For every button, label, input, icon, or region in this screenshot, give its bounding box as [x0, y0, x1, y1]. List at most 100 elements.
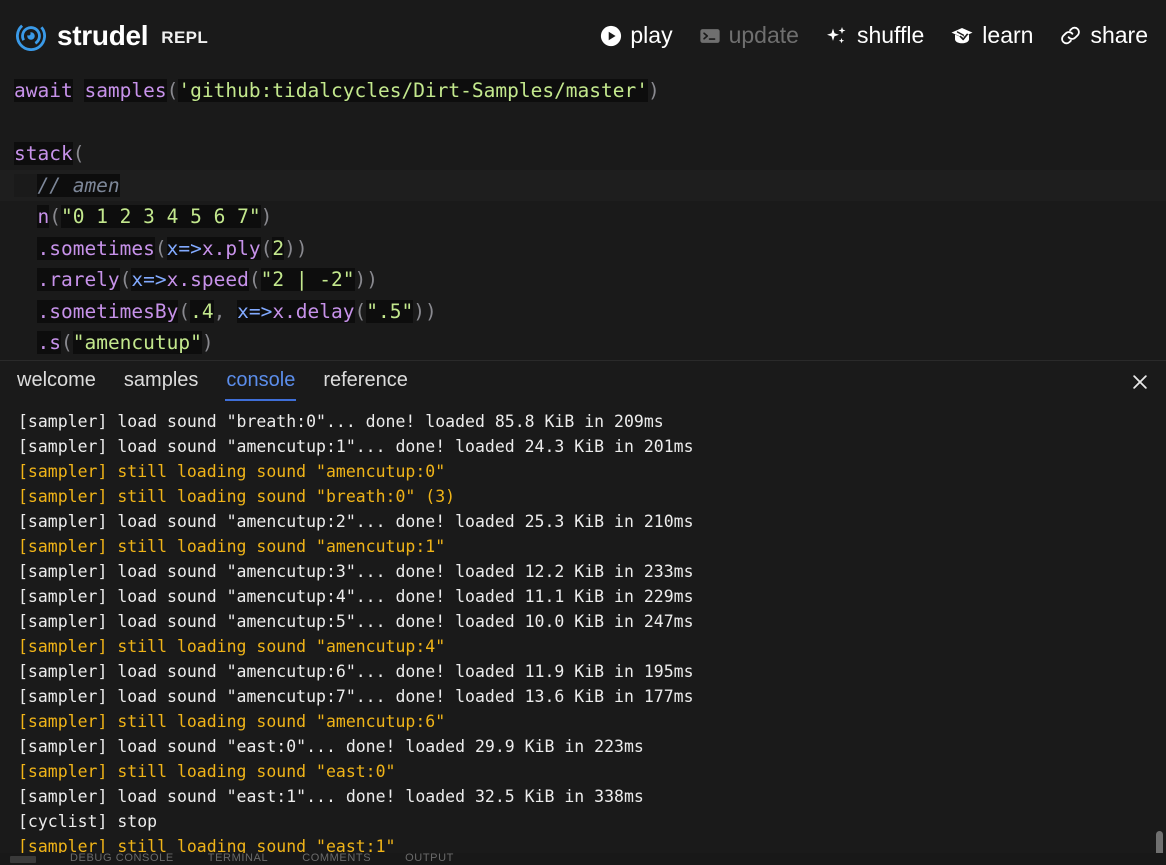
code-line[interactable]: // amen: [0, 169, 1166, 201]
code-line[interactable]: stack(: [0, 138, 1166, 170]
app-header: strudel REPL play update shuffle learn s…: [0, 0, 1166, 72]
console-log-line: [sampler] load sound "amencutup:5"... do…: [18, 612, 694, 631]
code-line[interactable]: .s("amencutup"): [0, 327, 1166, 359]
learn-label: learn: [982, 22, 1034, 48]
share-button[interactable]: share: [1059, 22, 1148, 49]
code-token: "0 1 2 3 4 5 6 7": [60, 205, 261, 228]
vscode-panel-tab[interactable]: OUTPUT: [405, 853, 454, 864]
code-token: [14, 236, 38, 260]
code-token: ,: [213, 299, 238, 323]
code-token: (: [166, 79, 179, 102]
code-token: 2: [272, 236, 285, 260]
update-label: update: [728, 22, 799, 48]
console-tabbar: welcome samples console reference: [0, 361, 1166, 405]
console-log-line: [sampler] still loading sound "amencutup…: [18, 462, 446, 481]
console-log-line: [sampler] load sound "east:1"... done! l…: [18, 787, 644, 806]
code-token: .sometimesBy: [37, 299, 179, 323]
console-log-line: [sampler] load sound "amencutup:7"... do…: [18, 687, 694, 706]
code-token: // amen: [37, 173, 120, 197]
vscode-panel-bar: DEBUG CONSOLE TERMINAL COMMENTS OUTPUT: [0, 853, 1166, 865]
console-log-line: [sampler] load sound "amencutup:6"... do…: [18, 662, 694, 681]
console-log-line: [sampler] load sound "breath:0"... done!…: [18, 412, 664, 431]
console-log-line: [sampler] load sound "amencutup:3"... do…: [18, 562, 694, 581]
code-token: ): [260, 205, 273, 228]
learn-button[interactable]: learn: [950, 22, 1033, 50]
code-line[interactable]: .sometimesBy(.4, x=>x.delay(".5")): [0, 296, 1166, 328]
console-panel: welcome samples console reference [sampler]…: [0, 360, 1166, 857]
code-token: )): [284, 236, 308, 260]
vscode-panel-tab[interactable]: DEBUG CONSOLE: [70, 853, 174, 864]
play-button[interactable]: play: [600, 22, 673, 49]
code-token: =>: [178, 236, 202, 260]
tab-console[interactable]: console: [225, 366, 297, 401]
tab-welcome[interactable]: welcome: [16, 366, 97, 401]
console-log-line: [sampler] load sound "amencutup:2"... do…: [18, 512, 694, 531]
console-log-line: [sampler] still loading sound "east:0": [18, 762, 396, 781]
code-token: =>: [143, 268, 167, 291]
brand-name: strudel: [57, 19, 149, 51]
code-token: ): [648, 79, 660, 102]
code-token: x: [166, 236, 179, 260]
code-token: (: [354, 299, 367, 323]
play-circle-icon: [600, 25, 622, 47]
code-token: x: [237, 299, 249, 323]
code-token: x: [131, 268, 144, 291]
console-log-line: [sampler] load sound "east:0"... done! l…: [18, 737, 644, 756]
code-token: await: [14, 79, 73, 102]
close-panel-button[interactable]: [1126, 369, 1154, 397]
code-token: ".5": [366, 299, 414, 323]
shuffle-label: shuffle: [856, 22, 925, 48]
code-token: [14, 299, 38, 323]
strudel-spiral-logo-icon: [16, 20, 46, 51]
code-token: x.ply: [201, 236, 261, 260]
code-token: (: [178, 299, 191, 323]
header-actions: play update shuffle learn share: [600, 22, 1148, 50]
console-log-line: [sampler] load sound "amencutup:4"... do…: [18, 587, 694, 606]
code-line[interactable]: .rarely(x=>x.speed("2 | -2")): [0, 264, 1166, 296]
console-log-list[interactable]: [sampler] load sound "breath:0"... done!…: [0, 405, 1166, 857]
console-log-line: [sampler] still loading sound "amencutup…: [18, 537, 446, 556]
shuffle-button[interactable]: shuffle: [825, 22, 924, 50]
code-token: n: [37, 205, 50, 228]
code-token: [14, 331, 38, 354]
code-token: ): [201, 331, 214, 354]
share-label: share: [1090, 22, 1148, 48]
code-token: [14, 268, 38, 291]
tab-reference[interactable]: reference: [322, 366, 409, 401]
code-token: (: [260, 236, 273, 260]
vscode-panel-tab[interactable]: COMMENTS: [302, 853, 371, 864]
code-token: (: [60, 331, 73, 354]
code-token: .sometimes: [37, 236, 155, 260]
code-token: (: [72, 142, 85, 165]
code-token: [14, 173, 38, 197]
code-editor[interactable]: await samples('github:tidalcycles/Dirt-S…: [0, 72, 1166, 360]
code-token: (: [119, 268, 132, 291]
code-token: .rarely: [37, 268, 120, 291]
console-log-line: [sampler] load sound "amencutup:1"... do…: [18, 437, 694, 456]
code-token: )): [413, 299, 437, 323]
console-log-line: [sampler] still loading sound "amencutup…: [18, 637, 446, 656]
code-token: [72, 79, 85, 102]
code-line[interactable]: .sometimes(x=>x.ply(2)): [0, 233, 1166, 265]
code-token: (: [248, 268, 261, 291]
tab-samples[interactable]: samples: [123, 366, 199, 401]
code-line[interactable]: await samples('github:tidalcycles/Dirt-S…: [0, 75, 1166, 107]
code-line[interactable]: n("0 1 2 3 4 5 6 7"): [0, 201, 1166, 233]
code-token: 'github:tidalcycles/Dirt-Samples/master': [178, 79, 648, 102]
console-log-line: [cyclist] stop: [18, 812, 158, 831]
code-token: .s: [37, 331, 61, 354]
code-token: x.speed: [166, 268, 249, 291]
console-log-line: [sampler] still loading sound "amencutup…: [18, 712, 446, 731]
terminal-icon: [699, 25, 721, 47]
link-icon: [1059, 24, 1082, 47]
console-log-line: [sampler] still loading sound "breath:0"…: [18, 487, 456, 506]
vscode-panel-tab[interactable]: TERMINAL: [208, 853, 268, 864]
sparkles-icon: [825, 24, 849, 48]
code-token: =>: [248, 299, 273, 323]
brand[interactable]: strudel REPL: [16, 19, 209, 51]
code-line[interactable]: [0, 107, 1166, 139]
close-icon: [1131, 373, 1149, 394]
update-button[interactable]: update: [699, 22, 799, 49]
code-token: "amencutup": [72, 331, 202, 354]
brand-subtitle: REPL: [161, 28, 209, 47]
